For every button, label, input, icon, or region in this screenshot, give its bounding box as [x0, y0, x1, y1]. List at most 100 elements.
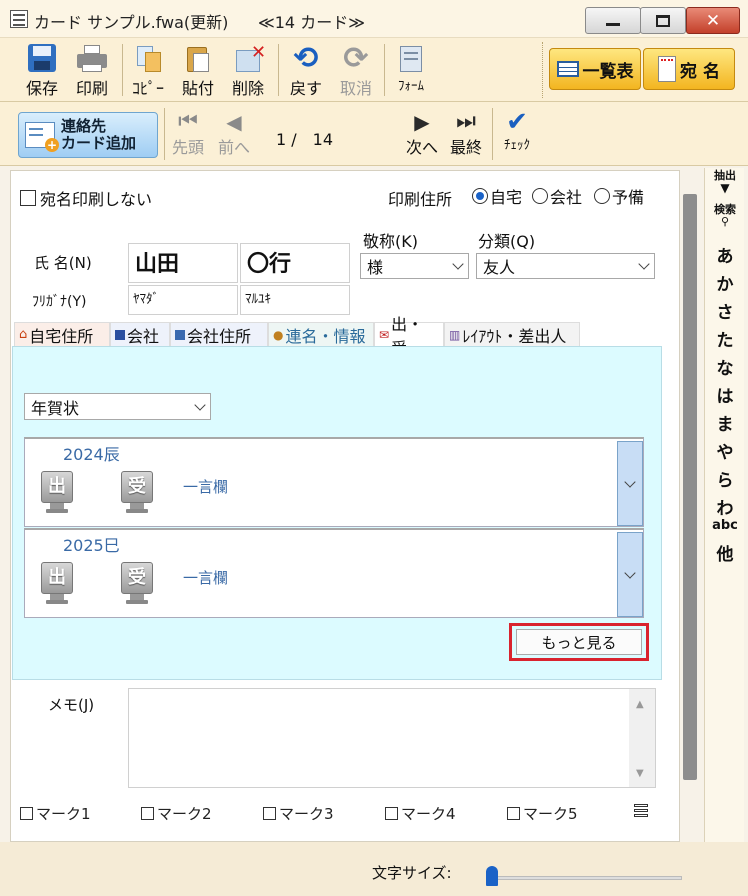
tab-company[interactable]: 会社	[110, 322, 170, 346]
paste-button[interactable]: 貼付	[172, 42, 224, 98]
mark-1-checkbox[interactable]	[20, 807, 33, 820]
index-item[interactable]: abc	[705, 518, 745, 533]
mark-2-option[interactable]: マーク2	[141, 803, 212, 824]
furigana-first-field[interactable]: ﾏﾙﾕｷ	[240, 285, 350, 315]
tab-sent-received[interactable]: ✉ 出・受	[374, 315, 444, 358]
index-item[interactable]: か	[705, 270, 745, 295]
memo-textarea[interactable]: ▲ ▼	[128, 688, 656, 788]
undo-button[interactable]: ⟲ 戻す	[280, 42, 332, 99]
add-contact-card-button[interactable]: + 連絡先 カード追加	[18, 112, 158, 158]
next-record-button[interactable]: ▶ 次へ	[402, 110, 442, 158]
greeting-type-select[interactable]: 年賀状	[24, 393, 211, 420]
chevron-down-icon	[638, 258, 650, 270]
category-value: 友人	[483, 258, 516, 277]
no-print-option[interactable]: 宛名印刷しない	[20, 186, 152, 210]
check-button[interactable]: ✔ ﾁｪｯｸ	[494, 107, 540, 153]
mark-2-checkbox[interactable]	[141, 807, 154, 820]
slider-thumb[interactable]	[486, 866, 498, 886]
font-size-slider[interactable]	[482, 862, 684, 886]
received-stamp-icon[interactable]: 受	[121, 471, 153, 517]
previous-record-button[interactable]: ◀ 前へ	[214, 110, 254, 158]
address-button[interactable]: 宛 名	[643, 48, 735, 90]
copy-button[interactable]: ｺﾋﾟｰ	[122, 42, 174, 98]
no-print-checkbox[interactable]	[20, 190, 36, 206]
index-item[interactable]: は	[705, 382, 745, 407]
mark-3-option[interactable]: マーク3	[263, 803, 334, 824]
tab-home-address[interactable]: ⌂ 自宅住所	[14, 322, 110, 346]
paste-icon	[181, 44, 215, 74]
index-item[interactable]: な	[705, 354, 745, 379]
tab-home-address-label: 自宅住所	[29, 326, 94, 346]
printer-icon	[75, 44, 109, 74]
index-item[interactable]: や	[705, 438, 745, 463]
maximize-button[interactable]	[640, 7, 686, 34]
mark-5-checkbox[interactable]	[507, 807, 520, 820]
tab-joint-info[interactable]: ● 連名・情報	[268, 322, 374, 346]
tab-company-address[interactable]: 会社住所	[170, 322, 268, 346]
people-icon: ●	[273, 327, 284, 342]
minimize-button[interactable]	[585, 7, 641, 34]
record-note[interactable]: 一言欄	[183, 567, 228, 588]
index-item[interactable]: わ	[705, 494, 745, 519]
radio-home[interactable]	[472, 188, 488, 204]
mark-4-checkbox[interactable]	[385, 807, 398, 820]
delete-label: 削除	[231, 79, 264, 98]
index-item[interactable]: 他	[705, 540, 745, 565]
first-record-button[interactable]: ⏮ 先頭	[168, 110, 208, 158]
record-dropdown-button[interactable]	[617, 441, 643, 526]
furigana-last-field[interactable]: ﾔﾏﾀﾞ	[128, 285, 238, 315]
honorific-label: 敬称(K)	[363, 232, 418, 251]
record-note[interactable]: 一言欄	[183, 476, 228, 497]
tab-layout-sender[interactable]: ▥ ﾚｲｱｳﾄ・差出人	[444, 322, 580, 346]
panel-scrollbar[interactable]	[680, 170, 702, 842]
close-button[interactable]: ✕	[686, 7, 740, 34]
last-name-field[interactable]: 山田	[128, 243, 238, 283]
received-stamp-icon[interactable]: 受	[121, 562, 153, 608]
show-more-button[interactable]: もっと見る	[516, 629, 642, 655]
delete-button[interactable]: ✕ 削除	[222, 42, 274, 98]
record-dropdown-button[interactable]	[617, 532, 643, 617]
app-icon	[10, 10, 28, 28]
mark-1-label: マーク1	[36, 805, 91, 823]
mark-settings-icon[interactable]	[634, 804, 648, 818]
sent-stamp-icon[interactable]: 出	[41, 562, 73, 608]
first-name-field[interactable]: 〇行	[240, 243, 350, 283]
honorific-select[interactable]: 様	[360, 253, 469, 279]
radio-company[interactable]	[532, 188, 548, 204]
index-item[interactable]: ま	[705, 410, 745, 435]
mark-4-option[interactable]: マーク4	[385, 803, 456, 824]
address-radio-company[interactable]: 会社	[532, 184, 582, 208]
record-position: 1 / 14	[276, 130, 334, 149]
index-item[interactable]: あ	[705, 242, 745, 267]
tab-company-address-label: 会社住所	[187, 326, 252, 346]
memo-scrollbar[interactable]: ▲ ▼	[629, 689, 655, 787]
address-radio-home[interactable]: 自宅	[472, 184, 522, 208]
radio-spare-label: 予備	[612, 188, 645, 207]
list-view-button[interactable]: 一覧表	[549, 48, 641, 90]
status-bar: 文字サイズ:	[0, 842, 748, 896]
list-view-label: 一覧表	[582, 61, 634, 82]
redo-button[interactable]: ⟳ 取消	[330, 42, 382, 99]
index-item[interactable]: た	[705, 326, 745, 351]
sent-stamp-icon[interactable]: 出	[41, 471, 73, 517]
mark-1-option[interactable]: マーク1	[20, 803, 91, 824]
last-record-button[interactable]: ⏭ 最終	[446, 110, 486, 158]
scroll-thumb[interactable]	[683, 194, 697, 780]
search-button[interactable]: 検索 ⚲	[705, 204, 745, 228]
print-button[interactable]: 印刷	[66, 42, 118, 98]
category-select[interactable]: 友人	[476, 253, 655, 279]
save-button[interactable]: 保存	[16, 42, 68, 98]
address-radio-spare[interactable]: 予備	[594, 184, 644, 208]
index-item[interactable]: さ	[705, 298, 745, 323]
index-item[interactable]: ら	[705, 466, 745, 491]
extract-button[interactable]: 抽出 ▼	[705, 170, 745, 195]
radio-spare[interactable]	[594, 188, 610, 204]
mark-3-checkbox[interactable]	[263, 807, 276, 820]
greeting-record: 2025巳 出 受 一言欄	[24, 528, 644, 618]
checkmark-icon: ✔	[506, 107, 528, 137]
form-button[interactable]: ﾌｫｰﾑ	[386, 42, 436, 98]
tab-layout-sender-label: ﾚｲｱｳﾄ・差出人	[462, 326, 567, 346]
radio-home-label: 自宅	[490, 188, 523, 207]
mark-5-option[interactable]: マーク5	[507, 803, 578, 824]
main-toolbar: 保存 印刷 ｺﾋﾟｰ 貼付 ✕ 削除 ⟲ 戻す ⟳ 取消 ﾌｫｰﾑ 一覧表 宛 …	[0, 38, 748, 102]
